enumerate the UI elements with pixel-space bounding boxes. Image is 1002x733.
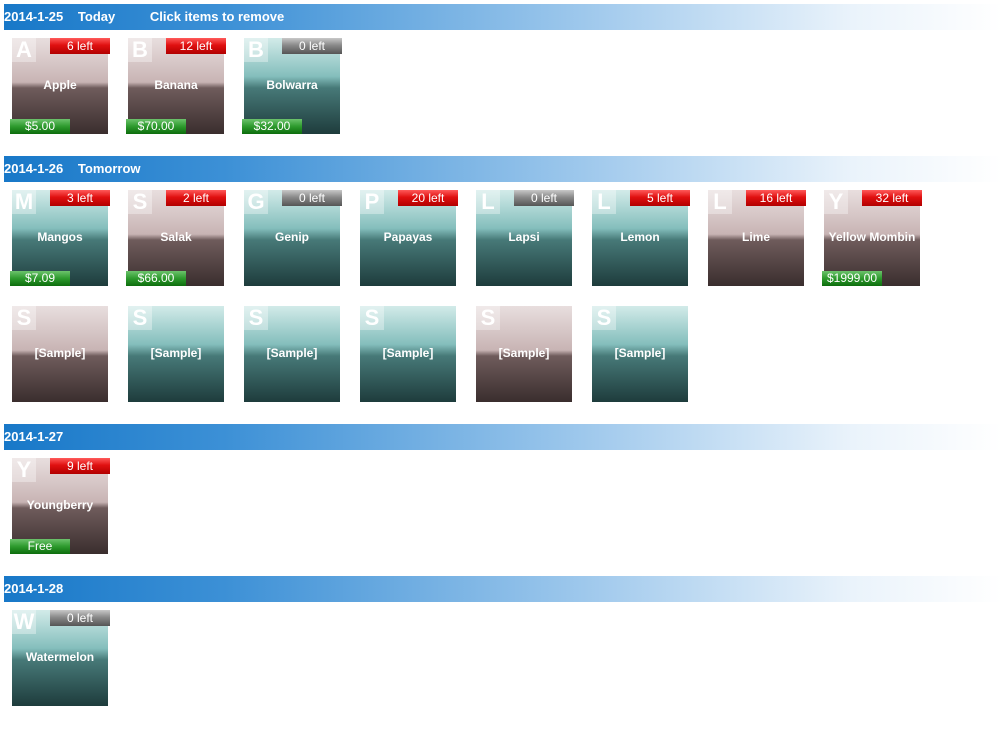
product-name: Banana [154, 78, 198, 92]
product-name: [Sample] [266, 346, 318, 360]
stock-badge: 16 left [746, 190, 806, 206]
price-tag: Free [10, 539, 70, 554]
initial-letter: P [360, 190, 384, 214]
price-tag: $1999.00 [822, 271, 882, 286]
product-tile-papayas[interactable]: P 20 left Papayas [360, 190, 458, 286]
initial-letter: L [476, 190, 500, 214]
sample-tile[interactable]: S [Sample] [592, 306, 688, 402]
product-tile-bolwarra[interactable]: B 0 left Bolwarra $32.00 [242, 38, 342, 134]
product-tile-banana[interactable]: B 12 left Banana $70.00 [126, 38, 226, 134]
product-name: Genip [274, 230, 309, 244]
product-name: Lemon [620, 230, 660, 244]
initial-letter: Y [12, 458, 36, 482]
initial-letter: S [12, 306, 36, 330]
initial-letter: B [244, 38, 268, 62]
date-header-2014-1-26: 2014-1-26 Tomorrow [4, 156, 1002, 182]
initial-letter: A [12, 38, 36, 62]
date-header-2014-1-28: 2014-1-28 [4, 576, 1002, 602]
product-name: Mangos [37, 230, 83, 244]
price-tag: $5.00 [10, 119, 70, 134]
initial-letter: Y [824, 190, 848, 214]
product-name: Bolwarra [266, 78, 318, 92]
product-tile-lime[interactable]: L 16 left Lime [708, 190, 806, 286]
stock-badge: 0 left [50, 610, 110, 626]
product-name: [Sample] [34, 346, 86, 360]
initial-letter: S [244, 306, 268, 330]
initial-letter: S [476, 306, 500, 330]
section-date: 2014-1-27 [4, 429, 64, 444]
stock-badge: 2 left [166, 190, 226, 206]
product-name: Yellow Mombin [828, 230, 916, 244]
stock-badge: 12 left [166, 38, 226, 54]
product-name: Apple [43, 78, 77, 92]
stock-badge: 3 left [50, 190, 110, 206]
stock-badge: 0 left [282, 190, 342, 206]
price-tag: $7.09 [10, 271, 70, 286]
section-date: 2014-1-28 [4, 581, 64, 596]
initial-letter: S [128, 306, 152, 330]
product-tile-yellow-mombin[interactable]: Y 32 left Yellow Mombin $1999.00 [822, 190, 922, 286]
stock-badge: 0 left [282, 38, 342, 54]
product-name: Lapsi [508, 230, 540, 244]
date-header-2014-1-27: 2014-1-27 [4, 424, 1002, 450]
stock-badge: 5 left [630, 190, 690, 206]
section-date: 2014-1-26 [4, 161, 64, 176]
stock-badge: 9 left [50, 458, 110, 474]
product-tile-youngberry[interactable]: Y 9 left Youngberry Free [10, 458, 110, 554]
price-tag: $32.00 [242, 119, 302, 134]
stock-badge: 32 left [862, 190, 922, 206]
initial-letter: S [592, 306, 616, 330]
initial-letter: W [12, 609, 36, 634]
product-tile-apple[interactable]: A 6 left Apple $5.00 [10, 38, 110, 134]
product-tile-genip[interactable]: G 0 left Genip [244, 190, 342, 286]
product-tile-salak[interactable]: S 2 left Salak $66.00 [126, 190, 226, 286]
initial-letter: M [12, 190, 36, 214]
initial-letter: S [128, 190, 152, 214]
section-label: Tomorrow [77, 161, 141, 176]
product-name: [Sample] [614, 346, 666, 360]
initial-letter: L [592, 190, 616, 214]
initial-letter: L [708, 190, 732, 214]
sample-tile[interactable]: S [Sample] [128, 306, 224, 402]
initial-letter: B [128, 38, 152, 62]
initial-letter: G [244, 190, 268, 214]
product-tile-lapsi[interactable]: L 0 left Lapsi [476, 190, 574, 286]
stock-badge: 20 left [398, 190, 458, 206]
stock-badge: 6 left [50, 38, 110, 54]
product-name: Youngberry [26, 498, 94, 512]
sample-tile[interactable]: S [Sample] [360, 306, 456, 402]
product-tile-watermelon[interactable]: W 0 left Watermelon [12, 609, 110, 706]
product-tile-mangos[interactable]: M 3 left Mangos $7.09 [10, 190, 110, 286]
price-tag: $70.00 [126, 119, 186, 134]
price-tag: $66.00 [126, 271, 186, 286]
product-name: Salak [160, 230, 192, 244]
product-name: [Sample] [498, 346, 550, 360]
product-name: [Sample] [382, 346, 434, 360]
product-name: Watermelon [25, 650, 95, 664]
stock-badge: 0 left [514, 190, 574, 206]
product-name: Papayas [383, 230, 433, 244]
initial-letter: S [360, 306, 384, 330]
section-label: Today [77, 9, 116, 24]
sample-tile[interactable]: S [Sample] [244, 306, 340, 402]
instruction-text: Click items to remove [149, 9, 285, 24]
product-name: Lime [741, 230, 770, 244]
sample-tile[interactable]: S [Sample] [12, 306, 108, 402]
section-date: 2014-1-25 [4, 9, 64, 24]
date-header-2014-1-25: 2014-1-25 Today Click items to remove [4, 4, 1002, 30]
sample-tile[interactable]: S [Sample] [476, 306, 572, 402]
product-name: [Sample] [150, 346, 202, 360]
product-tile-lemon[interactable]: L 5 left Lemon [592, 190, 690, 286]
